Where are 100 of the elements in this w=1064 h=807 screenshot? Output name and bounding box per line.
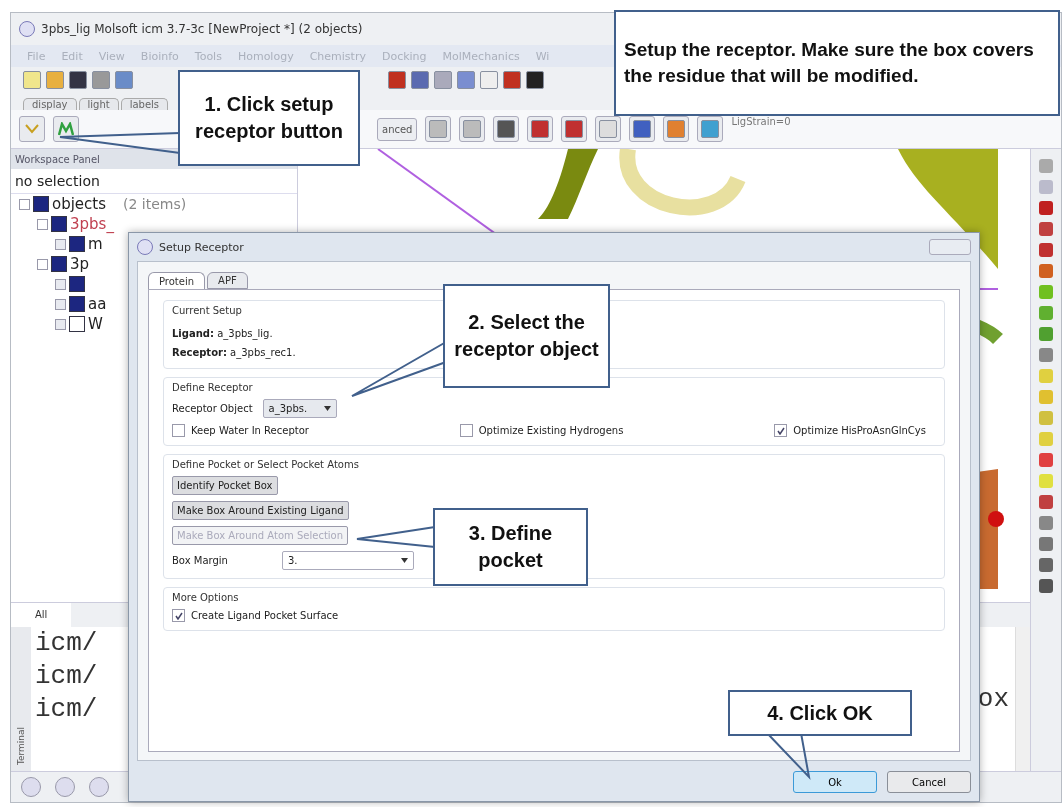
checkbox-label: Keep Water In Receptor [191, 424, 309, 437]
box-margin-select[interactable]: 3. [282, 551, 414, 570]
dialog-tab[interactable]: APF [207, 272, 248, 289]
toolbar-button[interactable]: anced [377, 117, 418, 141]
dialog-title: Setup Receptor [159, 240, 244, 254]
tool-icon[interactable] [1039, 285, 1053, 299]
pocket-button[interactable]: Make Box Around Existing Ligand [172, 501, 349, 520]
expand-toggle[interactable] [55, 278, 66, 290]
expand-toggle[interactable] [37, 258, 48, 270]
tool-icon[interactable] [1039, 180, 1053, 194]
tool-icon[interactable] [1039, 453, 1053, 467]
expand-toggle[interactable] [19, 198, 30, 210]
toolbar-button[interactable] [629, 116, 656, 142]
tool-icon[interactable] [1039, 558, 1053, 572]
setup-line: Receptor: a_3pbs_rec1. [172, 347, 296, 358]
toolbar-icon [599, 120, 618, 138]
expand-toggle[interactable] [37, 218, 48, 230]
toolbar-icon[interactable] [23, 71, 41, 89]
tool-icon[interactable] [1039, 264, 1053, 278]
setup-line: Ligand: a_3pbs_lig. [172, 328, 273, 339]
checkmark-icon [174, 611, 183, 620]
toolbar-button[interactable] [527, 116, 554, 142]
tool-icon[interactable] [1039, 222, 1053, 236]
tool-icon[interactable] [1039, 411, 1053, 425]
close-button[interactable] [929, 239, 971, 255]
toolbar-icon [463, 120, 482, 138]
tool-icon[interactable] [1039, 201, 1053, 215]
app-icon [19, 21, 35, 37]
toolbar-button[interactable] [663, 116, 690, 142]
expand-toggle[interactable] [55, 298, 66, 310]
status-icon[interactable] [21, 777, 41, 797]
tool-icon[interactable] [1039, 243, 1053, 257]
tool-icon[interactable] [1039, 327, 1053, 341]
tool-icon[interactable] [1039, 432, 1053, 446]
group-title: Define Pocket or Select Pocket Atoms [172, 459, 360, 470]
tool-icon[interactable] [1039, 495, 1053, 509]
callout-text: 4. Click OK [767, 700, 873, 726]
ligand-strain-label: LigStrain=0 [731, 116, 791, 127]
toolbar-tab[interactable]: display [23, 98, 77, 110]
toolbar-button[interactable] [459, 116, 486, 142]
tool-icon[interactable] [1039, 390, 1053, 404]
expand-toggle[interactable] [55, 318, 66, 330]
app-icon [137, 239, 153, 255]
status-icon[interactable] [55, 777, 75, 797]
tree-item[interactable]: aa [88, 295, 107, 313]
object-icon [69, 296, 85, 312]
callout-text: 3. Define pocket [467, 521, 554, 573]
object-icon [51, 256, 67, 272]
checkbox-label: Optimize Existing Hydrogens [478, 424, 624, 437]
toolbar-button[interactable] [425, 116, 452, 142]
checkbox[interactable] [774, 424, 788, 437]
toolbar-tab[interactable]: labels [120, 98, 169, 110]
setup-receptor-button[interactable] [53, 116, 79, 142]
toolbar-icon[interactable] [69, 71, 87, 89]
toolbar-icon [531, 120, 550, 138]
object-icon [33, 196, 49, 212]
tree-item[interactable]: 3pbs_ [70, 215, 114, 233]
group-title: Current Setup [172, 305, 243, 316]
panel-title: Workspace Panel [15, 153, 100, 165]
dialog-button[interactable]: Cancel [887, 771, 971, 793]
toolbar-tab[interactable]: light [78, 98, 119, 110]
checkbox[interactable] [172, 609, 185, 622]
toolbar-button[interactable] [493, 116, 520, 142]
tool-icon[interactable] [1039, 348, 1053, 362]
pocket-button[interactable]: Identify Pocket Box [172, 476, 278, 495]
status-icon[interactable] [89, 777, 109, 797]
tool-icon[interactable] [1039, 369, 1053, 383]
tool-icon[interactable] [1039, 159, 1053, 173]
tool-icon[interactable] [1039, 516, 1053, 530]
tool-icon[interactable] [1039, 306, 1053, 320]
receptor-select[interactable]: a_3pbs. [262, 399, 337, 418]
tool-icon[interactable] [1039, 579, 1053, 593]
toolbar-icon[interactable] [480, 71, 498, 89]
checkbox[interactable] [459, 424, 473, 437]
caret-icon [401, 558, 408, 563]
callout-text: 1. Click setup receptor button [194, 92, 344, 144]
toolbar-button[interactable] [561, 116, 588, 142]
callout-text: Setup the receptor. Make sure the box covers the residue that will be modified. [624, 38, 1035, 88]
dialog-tab[interactable]: Protein [148, 272, 206, 289]
window-title: 3pbs_lig Molsoft icm 3.7-3c [NewProject *] (2 objects) [41, 22, 363, 36]
tree-item[interactable]: W [88, 315, 103, 333]
molecule-button[interactable] [19, 116, 45, 142]
expand-toggle[interactable] [55, 238, 66, 250]
toolbar-icon [497, 120, 516, 138]
selection-status: no selection [11, 169, 297, 194]
callout-text: 2. Select the receptor object [453, 310, 600, 362]
dialog-button[interactable]: Ok [793, 771, 877, 793]
caret-icon [323, 406, 331, 411]
panel-tab[interactable]: All [11, 603, 72, 627]
tree-item[interactable]: m [88, 235, 103, 253]
group-title: More Options [172, 592, 240, 603]
object-icon [69, 316, 85, 332]
checkbox[interactable] [172, 424, 185, 437]
toolbar-icon[interactable] [526, 71, 544, 89]
tree-item[interactable]: objects [52, 195, 107, 213]
tool-icon[interactable] [1039, 537, 1053, 551]
scrollbar[interactable] [1015, 627, 1030, 771]
toolbar-button[interactable] [697, 116, 724, 142]
tree-item[interactable]: 3p [70, 255, 90, 273]
toolbar-button[interactable] [595, 116, 622, 142]
